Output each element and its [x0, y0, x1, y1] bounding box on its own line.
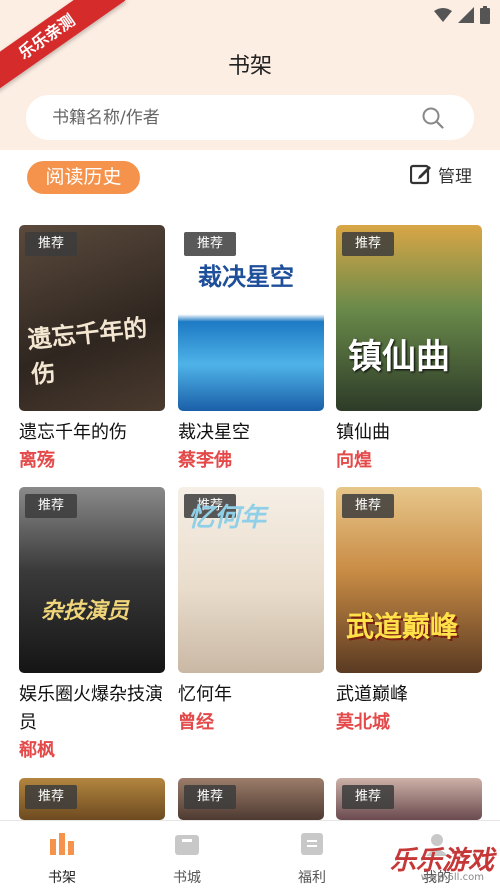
book-card[interactable]: 推荐 — [336, 778, 482, 820]
book-card[interactable]: 推荐 杂技演员 娱乐圈火爆杂技演员 郗枫 — [19, 487, 165, 765]
book-cover[interactable]: 推荐 遗忘千年的伤 — [19, 225, 165, 411]
book-card[interactable]: 推荐 忆何年 忆何年 曾经 — [178, 487, 324, 737]
recommend-badge: 推荐 — [184, 232, 236, 256]
book-title: 镇仙曲 — [336, 422, 390, 443]
tab-welfare[interactable]: 福利 — [272, 831, 352, 887]
book-cover[interactable]: 推荐 裁决星空 — [178, 225, 324, 411]
book-cover[interactable]: 推荐 — [19, 778, 165, 820]
search-bar[interactable] — [26, 95, 474, 140]
recommend-badge: 推荐 — [25, 232, 77, 256]
welfare-icon — [301, 833, 323, 855]
book-author: 向煌 — [336, 450, 372, 471]
book-author: 郗枫 — [19, 740, 55, 761]
book-author: 曾经 — [178, 712, 214, 733]
recommend-badge: 推荐 — [25, 494, 77, 518]
bookstore-icon — [175, 835, 199, 855]
book-card[interactable]: 推荐 遗忘千年的伤 遗忘千年的伤 离殇 — [19, 225, 165, 475]
header: 乐乐亲测 书架 — [0, 0, 500, 150]
book-cover[interactable]: 推荐 — [336, 778, 482, 820]
book-title: 忆何年 — [178, 684, 232, 705]
book-card[interactable]: 推荐 — [19, 778, 165, 820]
book-author: 蔡李佛 — [178, 450, 232, 471]
tab-label: 福利 — [298, 870, 326, 886]
recommend-badge: 推荐 — [184, 785, 236, 809]
book-cover[interactable]: 推荐 忆何年 — [178, 487, 324, 673]
cover-title: 遗忘千年的伤 — [26, 313, 149, 389]
book-card[interactable]: 推荐 镇仙曲 镇仙曲 向煌 — [336, 225, 482, 475]
book-cover[interactable]: 推荐 — [178, 778, 324, 820]
tab-label: 书架 — [48, 870, 76, 886]
signal-icon — [458, 7, 474, 23]
cover-title: 裁决星空 — [198, 263, 294, 291]
tab-bookshelf[interactable]: 书架 — [22, 831, 102, 887]
book-card[interactable]: 推荐 — [178, 778, 324, 820]
book-card[interactable]: 推荐 裁决星空 裁决星空 蔡李佛 — [178, 225, 324, 475]
book-title: 裁决星空 — [178, 422, 250, 443]
recommend-badge: 推荐 — [342, 785, 394, 809]
wifi-icon — [434, 8, 452, 22]
recommend-badge: 推荐 — [342, 494, 394, 518]
book-title: 娱乐圈火爆杂技演员 — [19, 684, 163, 733]
recommend-badge: 推荐 — [342, 232, 394, 256]
page-title: 书架 — [227, 54, 272, 79]
manage-label: 管理 — [438, 166, 472, 187]
book-title: 遗忘千年的伤 — [19, 422, 127, 443]
bookshelf-icon — [50, 833, 74, 855]
book-author: 离殇 — [19, 450, 55, 471]
edit-icon — [410, 164, 431, 185]
book-author: 莫北城 — [336, 712, 390, 733]
book-card[interactable]: 推荐 武道巅峰 武道巅峰 莫北城 — [336, 487, 482, 737]
manage-button[interactable]: 管理 — [410, 161, 472, 187]
search-input[interactable] — [52, 95, 412, 140]
recommend-badge: 推荐 — [25, 785, 77, 809]
tab-bookstore[interactable]: 书城 — [147, 831, 227, 887]
search-icon[interactable] — [422, 107, 444, 129]
battery-icon — [480, 6, 490, 24]
cover-title: 杂技演员 — [41, 599, 130, 624]
cover-title: 武道巅峰 — [346, 610, 459, 643]
book-cover[interactable]: 推荐 杂技演员 — [19, 487, 165, 673]
status-bar — [434, 6, 490, 24]
watermark-url: www.6ll.com — [420, 872, 484, 883]
reading-history-button[interactable]: 阅读历史 — [27, 161, 140, 194]
book-title: 武道巅峰 — [336, 684, 408, 705]
cover-title: 忆何年 — [188, 503, 267, 533]
tab-label: 书城 — [173, 870, 201, 886]
book-cover[interactable]: 推荐 武道巅峰 — [336, 487, 482, 673]
book-cover[interactable]: 推荐 镇仙曲 — [336, 225, 482, 411]
cover-title: 镇仙曲 — [348, 337, 450, 377]
